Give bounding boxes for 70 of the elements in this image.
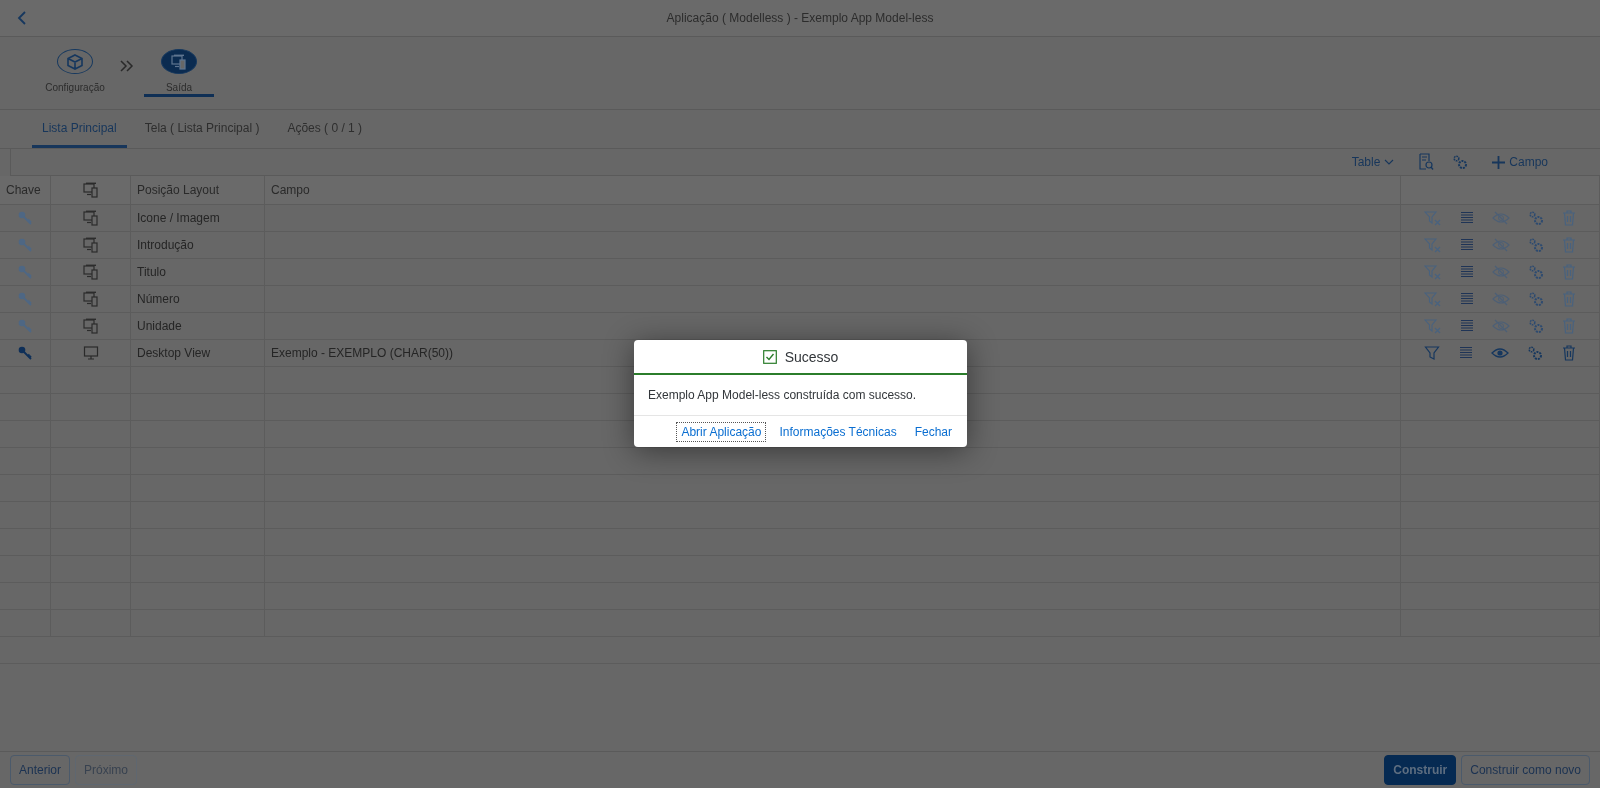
- filter-clear-icon[interactable]: [1424, 210, 1442, 226]
- plus-icon: [1492, 155, 1506, 169]
- list-icon[interactable]: [1460, 211, 1474, 225]
- trash-icon[interactable]: [1562, 237, 1576, 253]
- footer-button[interactable]: Construir: [1384, 755, 1457, 785]
- devices-icon: [82, 182, 99, 198]
- list-icon[interactable]: [1458, 346, 1473, 360]
- table-cell: Unidade: [131, 313, 265, 340]
- gears-icon[interactable]: [1528, 264, 1544, 280]
- box-icon: [66, 52, 84, 71]
- table-cell: Titulo: [131, 259, 265, 286]
- eye-slash-icon[interactable]: [1492, 238, 1510, 252]
- wizard-step[interactable]: Saída: [144, 37, 214, 97]
- filter-clear-icon[interactable]: [1424, 318, 1442, 334]
- list-icon[interactable]: [1460, 265, 1474, 279]
- eye-slash-icon[interactable]: [1492, 211, 1510, 225]
- tab[interactable]: Ações ( 0 / 1 ): [277, 110, 373, 148]
- page-title: Aplicação ( Modelless ) - Exemplo App Model-less: [666, 11, 934, 25]
- monitor-icon: [82, 345, 99, 361]
- trash-icon[interactable]: [1562, 210, 1576, 226]
- checkbox-icon: [762, 349, 777, 364]
- gears-icon[interactable]: [1528, 210, 1544, 226]
- trash-icon[interactable]: [1562, 264, 1576, 280]
- devices-icon: [82, 210, 99, 226]
- add-field-button[interactable]: Campo: [1484, 153, 1556, 171]
- table-cell: Desktop View: [131, 340, 265, 367]
- filter-clear-icon[interactable]: [1424, 237, 1442, 253]
- dialog-message: Exemplo App Model-less construída com sucesso.: [634, 375, 967, 416]
- devices-icon: [82, 264, 99, 280]
- caret-icon: [1384, 158, 1395, 166]
- column-header: Chave: [0, 176, 51, 205]
- eye-icon[interactable]: [1490, 346, 1509, 360]
- double-chevron-icon: [118, 59, 136, 73]
- document-search-icon[interactable]: [1418, 153, 1435, 171]
- trash-icon[interactable]: [1562, 318, 1576, 334]
- gears-icon[interactable]: [1528, 291, 1544, 307]
- trash-icon[interactable]: [1562, 291, 1576, 307]
- eye-slash-icon[interactable]: [1492, 319, 1510, 333]
- tab[interactable]: Lista Principal: [32, 110, 127, 148]
- view-dropdown[interactable]: Table: [1343, 153, 1403, 171]
- devices-icon: [82, 237, 99, 253]
- column-header: Campo: [265, 176, 1401, 205]
- column-header: Posição Layout: [131, 176, 265, 205]
- filter-icon[interactable]: [1424, 345, 1441, 361]
- devices-icon: [82, 318, 99, 334]
- table-cell: Icone / Imagem: [131, 205, 265, 232]
- filter-clear-icon[interactable]: [1424, 291, 1442, 307]
- eye-slash-icon[interactable]: [1492, 292, 1510, 306]
- list-icon[interactable]: [1460, 319, 1474, 333]
- dialog-button[interactable]: Informações Técnicas: [774, 421, 902, 442]
- footer-button[interactable]: Anterior: [10, 755, 71, 785]
- gears-icon[interactable]: [1528, 237, 1544, 253]
- gears-icon[interactable]: [1527, 345, 1544, 361]
- eye-slash-icon[interactable]: [1492, 265, 1510, 279]
- settings-icon[interactable]: [1452, 154, 1469, 170]
- wizard-step[interactable]: Configuração: [40, 37, 110, 97]
- filter-clear-icon[interactable]: [1424, 264, 1442, 280]
- table-cell: Número: [131, 286, 265, 313]
- devices-icon: [82, 291, 99, 307]
- trash-icon[interactable]: [1561, 345, 1576, 361]
- footer-button[interactable]: Construir como novo: [1461, 755, 1590, 785]
- dialog-button[interactable]: Fechar: [909, 421, 957, 442]
- gears-icon[interactable]: [1528, 318, 1544, 334]
- tab[interactable]: Tela ( Lista Principal ): [134, 110, 270, 148]
- list-icon[interactable]: [1460, 238, 1474, 252]
- dialog-button[interactable]: Abrir Aplicação: [676, 421, 767, 442]
- list-icon[interactable]: [1460, 292, 1474, 306]
- devices-icon: [171, 53, 187, 70]
- table-cell: Introdução: [131, 232, 265, 259]
- dialog-title: Sucesso: [784, 348, 839, 365]
